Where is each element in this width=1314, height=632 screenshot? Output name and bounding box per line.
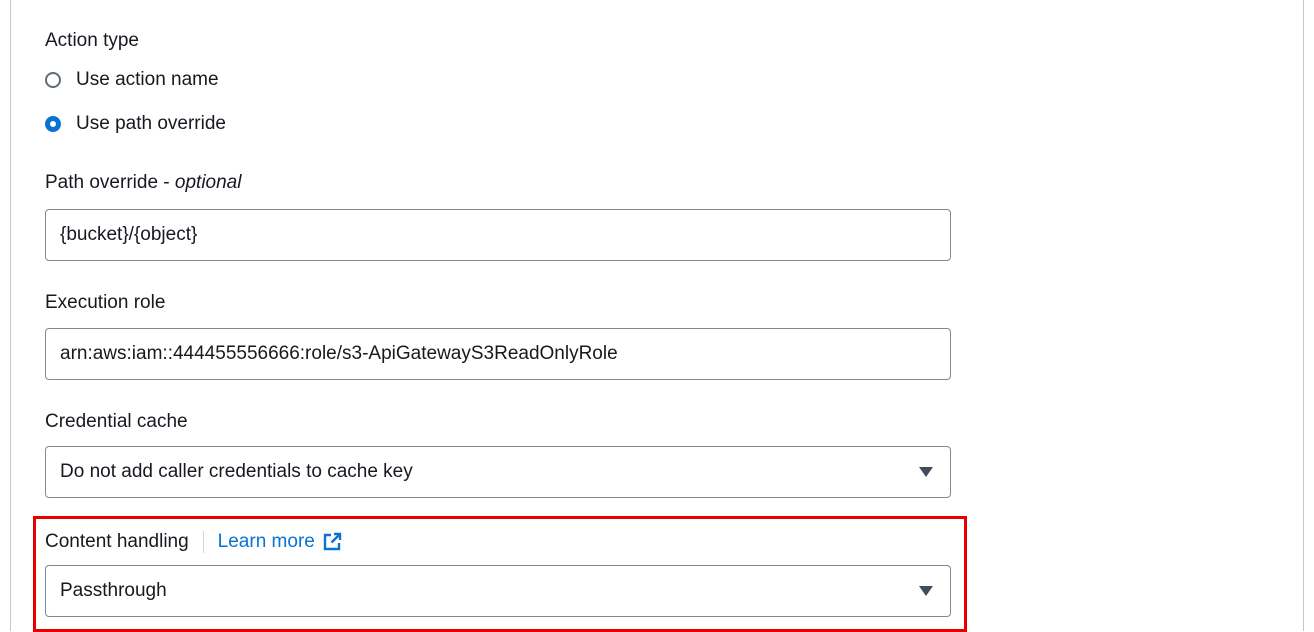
path-override-value: {bucket}/{object} [60, 224, 198, 245]
content-handling-header: Content handling Learn more [45, 529, 342, 555]
learn-more-label: Learn more [217, 531, 315, 552]
learn-more-link[interactable]: Learn more [218, 531, 342, 553]
caret-down-icon [919, 467, 933, 477]
radio-unchecked-icon[interactable] [45, 72, 61, 88]
radio-use-path-override[interactable]: Use path override [45, 111, 226, 137]
execution-role-input[interactable]: arn:aws:iam::444455556666:role/s3-ApiGat… [45, 328, 951, 380]
execution-role-value: arn:aws:iam::444455556666:role/s3-ApiGat… [60, 343, 618, 364]
action-type-label: Action type [45, 30, 139, 51]
credential-cache-value: Do not add caller credentials to cache k… [60, 461, 413, 482]
caret-down-icon [919, 586, 933, 596]
optional-label: optional [174, 172, 242, 193]
credential-cache-label: Credential cache [45, 411, 188, 432]
path-override-label: Path override - optional [45, 171, 241, 195]
path-override-label-text: Path override - [45, 172, 175, 193]
external-link-icon [323, 532, 342, 551]
content-handling-label: Content handling [45, 531, 189, 552]
radio-checked-icon[interactable] [45, 116, 61, 132]
content-handling-select[interactable]: Passthrough [45, 565, 951, 617]
execution-role-label: Execution role [45, 292, 166, 313]
radio-label-use-path-override: Use path override [76, 113, 226, 134]
radio-label-use-action-name: Use action name [76, 69, 219, 90]
credential-cache-select[interactable]: Do not add caller credentials to cache k… [45, 446, 951, 498]
divider [202, 531, 204, 553]
radio-use-action-name[interactable]: Use action name [45, 67, 219, 93]
content-handling-value: Passthrough [60, 580, 167, 601]
path-override-input[interactable]: {bucket}/{object} [45, 209, 951, 261]
